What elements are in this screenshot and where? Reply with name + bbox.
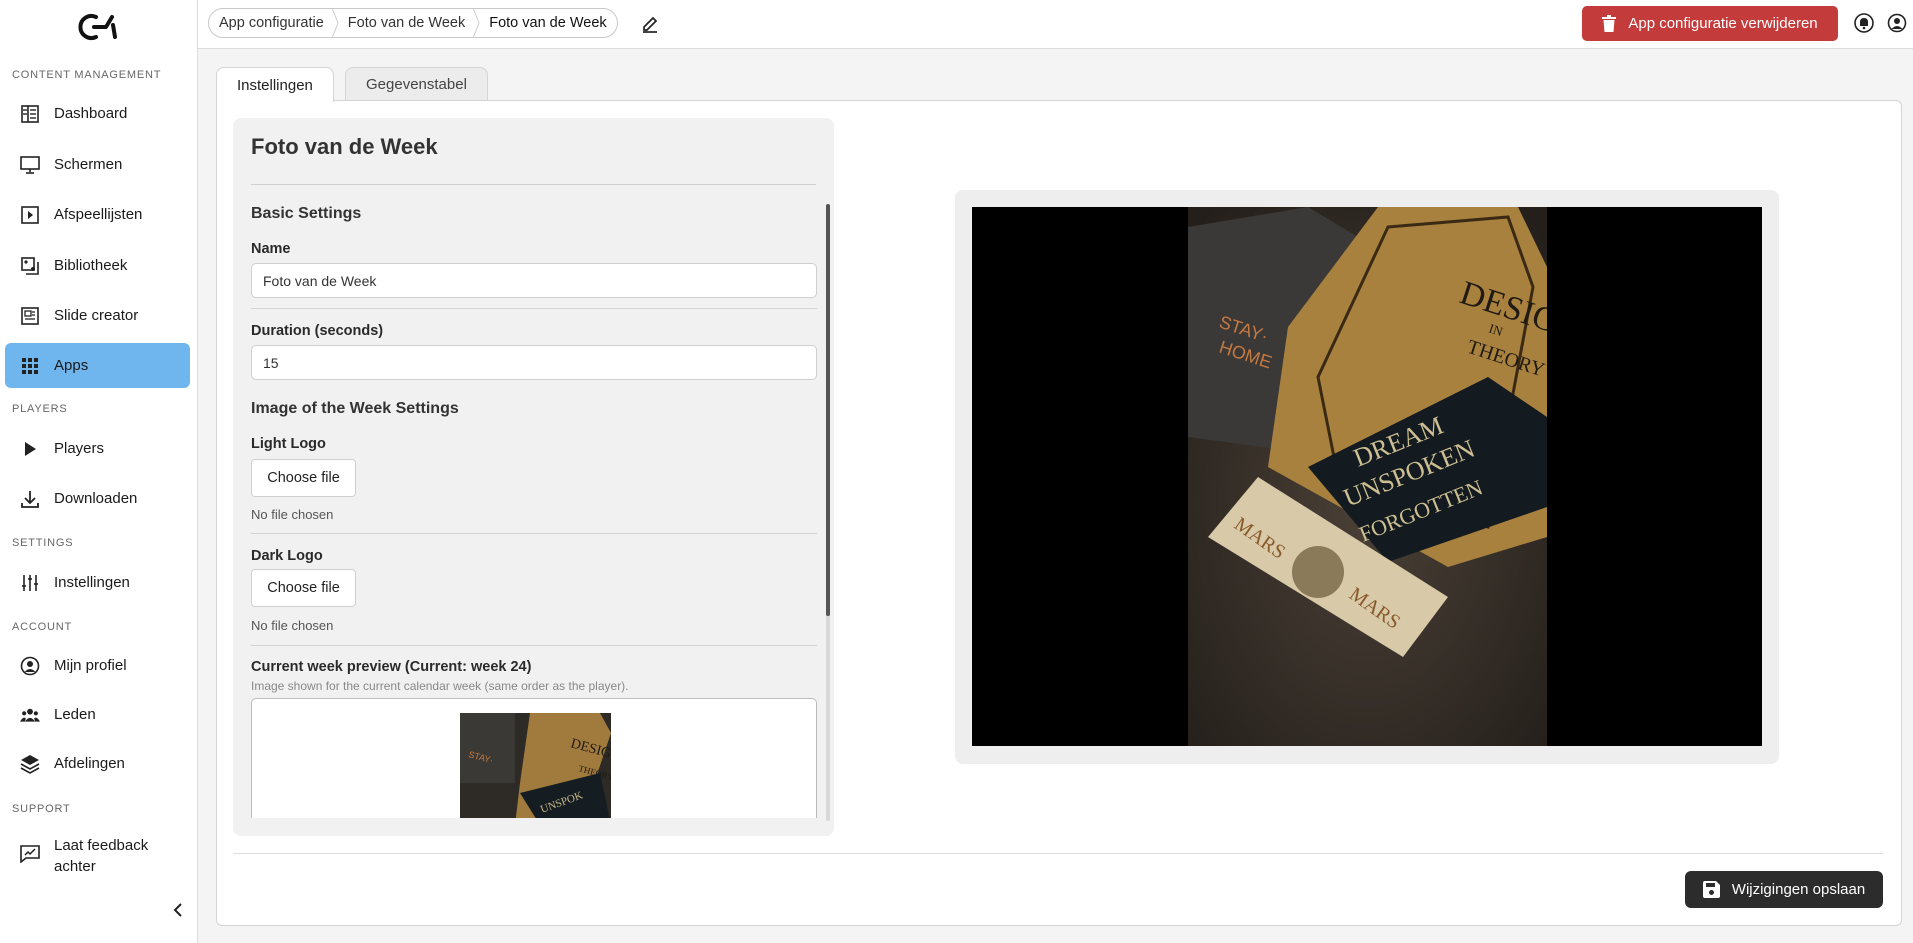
tab-instellingen[interactable]: Instellingen bbox=[216, 67, 334, 102]
name-input[interactable] bbox=[251, 263, 817, 298]
bell-icon bbox=[1854, 13, 1874, 33]
form-fields: Basic Settings Name Duration (seconds) I… bbox=[251, 188, 817, 818]
sidebar-item-players[interactable]: Players bbox=[5, 426, 190, 471]
dark-logo-label: Dark Logo bbox=[251, 548, 323, 564]
sidebar-item-label: Apps bbox=[54, 357, 89, 374]
light-logo-label: Light Logo bbox=[251, 436, 326, 452]
iotw-settings-heading: Image of the Week Settings bbox=[251, 400, 459, 417]
divider bbox=[251, 533, 817, 534]
divider bbox=[251, 184, 816, 185]
app-preview-screen: STAY· HOME DESIG IN THEORY DREAM UNSPOKE… bbox=[972, 207, 1762, 746]
section-title-support: SUPPORT bbox=[12, 803, 71, 815]
duration-label: Duration (seconds) bbox=[251, 323, 384, 339]
sidebar-item-feedback[interactable]: Laat feedback achter bbox=[5, 829, 190, 881]
sidebar: CONTENT MANAGEMENT Dashboard Schermen Af… bbox=[0, 0, 198, 943]
form-title: Foto van de Week bbox=[251, 134, 438, 159]
playlist-icon bbox=[20, 205, 40, 225]
sidebar-item-label: Afspeellijsten bbox=[54, 206, 143, 223]
sidebar-item-label: Dashboard bbox=[54, 105, 128, 122]
current-week-preview-label: Current week preview (Current: week 24) bbox=[251, 659, 532, 675]
section-title-content: CONTENT MANAGEMENT bbox=[12, 69, 162, 81]
delete-button-label: App configuratie verwijderen bbox=[1628, 15, 1818, 32]
current-week-preview-box: STAY· DESIG THEORY UNSPOK bbox=[251, 698, 817, 818]
sidebar-item-label: Slide creator bbox=[54, 307, 139, 324]
profile-icon bbox=[1887, 13, 1907, 33]
breadcrumb-item-current: Foto van de Week bbox=[489, 15, 607, 31]
layers-icon bbox=[20, 754, 40, 774]
app-preview-frame: STAY· HOME DESIG IN THEORY DREAM UNSPOKE… bbox=[955, 190, 1779, 764]
members-icon bbox=[20, 705, 40, 725]
divider bbox=[251, 645, 817, 646]
sidebar-item-label: Leden bbox=[54, 706, 96, 723]
notifications-button[interactable] bbox=[1853, 12, 1875, 34]
dashboard-icon bbox=[20, 104, 40, 124]
sidebar-item-apps[interactable]: Apps bbox=[5, 343, 190, 388]
trash-icon bbox=[1602, 15, 1617, 32]
chevron-left-icon bbox=[173, 903, 182, 917]
save-icon bbox=[1702, 881, 1720, 898]
save-button-label: Wijzigingen opslaan bbox=[1731, 881, 1866, 898]
library-icon bbox=[20, 256, 40, 276]
breadcrumb-item[interactable]: App configuratie bbox=[219, 15, 324, 31]
topbar: App configuratie Foto van de Week Foto v… bbox=[198, 0, 1913, 49]
sidebar-item-label: Laat feedback achter bbox=[54, 837, 149, 875]
scrollbar-thumb[interactable] bbox=[826, 204, 830, 616]
week-photo-thumbnail: STAY· DESIG THEORY UNSPOK bbox=[460, 713, 611, 818]
basic-settings-heading: Basic Settings bbox=[251, 205, 362, 222]
breadcrumb-separator-icon bbox=[472, 8, 482, 38]
sidebar-item-leden[interactable]: Leden bbox=[5, 692, 190, 737]
download-icon bbox=[20, 489, 40, 509]
apps-grid-icon bbox=[20, 356, 40, 376]
sidebar-item-label: Downloaden bbox=[54, 490, 138, 507]
account-button[interactable] bbox=[1886, 12, 1908, 34]
sidebar-item-label: Schermen bbox=[54, 156, 123, 173]
collapse-sidebar-button[interactable] bbox=[168, 900, 188, 920]
dark-logo-choose-file-button[interactable]: Choose file bbox=[251, 569, 356, 607]
section-title-account: ACCOUNT bbox=[12, 621, 72, 633]
sidebar-item-label: Mijn profiel bbox=[54, 657, 127, 674]
sidebar-item-label: Afdelingen bbox=[54, 755, 125, 772]
dark-logo-file-status: No file chosen bbox=[251, 618, 334, 633]
sidebar-item-label: Players bbox=[54, 440, 105, 457]
light-logo-file-status: No file chosen bbox=[251, 507, 334, 522]
monitor-icon bbox=[20, 155, 40, 175]
sidebar-item-mijn-profiel[interactable]: Mijn profiel bbox=[5, 643, 190, 688]
edit-name-button[interactable] bbox=[638, 12, 662, 36]
light-logo-choose-file-button[interactable]: Choose file bbox=[251, 459, 356, 497]
feedback-icon bbox=[20, 844, 40, 864]
breadcrumb: App configuratie Foto van de Week Foto v… bbox=[208, 8, 618, 38]
pencil-icon bbox=[643, 16, 658, 33]
breadcrumb-separator-icon bbox=[331, 8, 341, 38]
name-label: Name bbox=[251, 241, 291, 257]
sliders-icon bbox=[20, 573, 40, 593]
sidebar-item-bibliotheek[interactable]: Bibliotheek bbox=[5, 243, 190, 288]
duration-input[interactable] bbox=[251, 345, 817, 380]
sidebar-item-schermen[interactable]: Schermen bbox=[5, 142, 190, 187]
divider bbox=[233, 853, 1883, 854]
sidebar-item-label: Bibliotheek bbox=[54, 257, 128, 274]
current-week-preview-hint: Image shown for the current calendar wee… bbox=[251, 679, 629, 693]
section-title-players: PLAYERS bbox=[12, 403, 68, 415]
sidebar-item-instellingen[interactable]: Instellingen bbox=[5, 560, 190, 605]
sidebar-item-label: Instellingen bbox=[54, 574, 130, 591]
sidebar-item-dashboard[interactable]: Dashboard bbox=[5, 91, 190, 136]
app-logo[interactable] bbox=[72, 12, 124, 42]
week-photo: STAY· HOME DESIG IN THEORY DREAM UNSPOKE… bbox=[1188, 207, 1547, 746]
breadcrumb-item[interactable]: Foto van de Week bbox=[348, 15, 465, 31]
slide-creator-icon bbox=[20, 306, 40, 326]
tab-gegevenstabel[interactable]: Gegevenstabel bbox=[345, 67, 488, 101]
delete-app-config-button[interactable]: App configuratie verwijderen bbox=[1582, 6, 1838, 41]
sidebar-item-slide-creator[interactable]: Slide creator bbox=[5, 293, 190, 338]
sidebar-item-afspeellijsten[interactable]: Afspeellijsten bbox=[5, 192, 190, 237]
sidebar-item-afdelingen[interactable]: Afdelingen bbox=[5, 741, 190, 786]
sidebar-item-downloaden[interactable]: Downloaden bbox=[5, 476, 190, 521]
play-icon bbox=[20, 439, 40, 459]
save-changes-button[interactable]: Wijzigingen opslaan bbox=[1685, 871, 1883, 908]
profile-icon bbox=[20, 656, 40, 676]
section-title-settings: SETTINGS bbox=[12, 537, 74, 549]
divider bbox=[251, 308, 817, 309]
